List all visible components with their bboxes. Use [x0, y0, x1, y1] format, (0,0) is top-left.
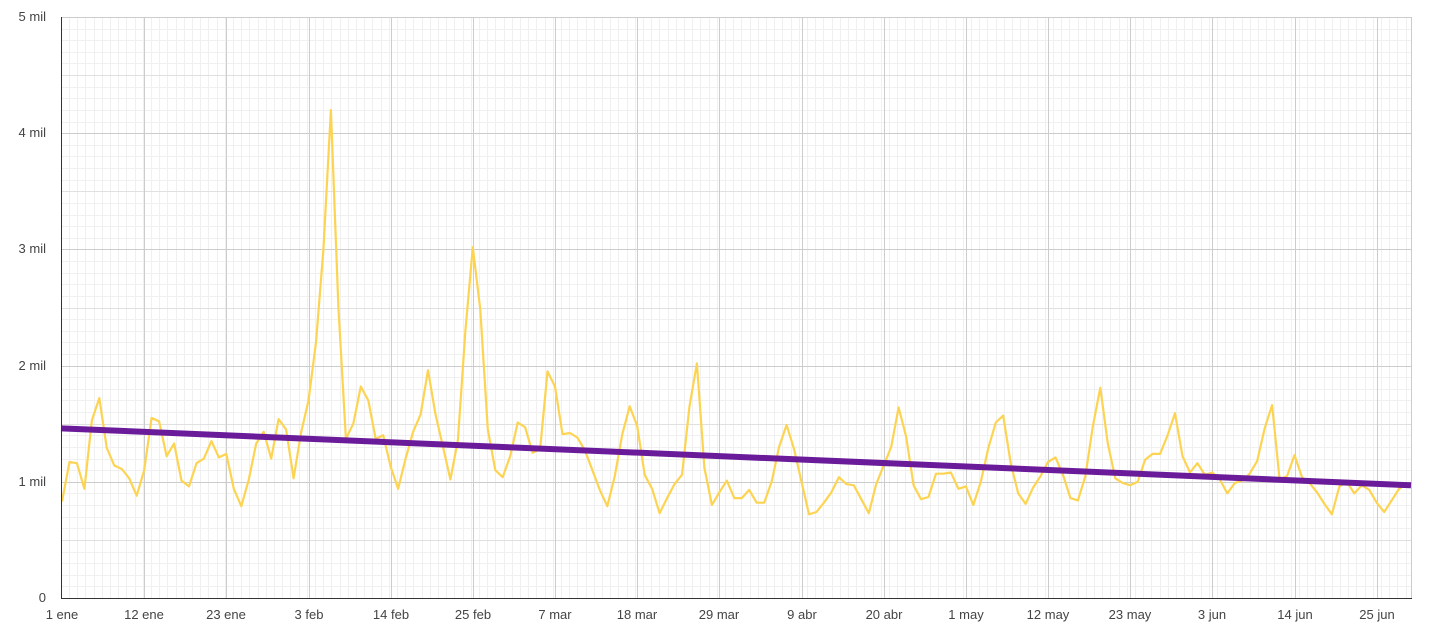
y-tick-label: 1 mil	[19, 474, 47, 489]
y-tick-label: 3 mil	[19, 241, 47, 256]
x-tick-label: 12 ene	[124, 607, 164, 622]
major-gridlines	[61, 17, 1412, 599]
y-axis-tick-labels: 0 1 mil 2 mil 3 mil 4 mil 5 mil	[19, 9, 47, 605]
x-tick-label: 18 mar	[617, 607, 658, 622]
x-tick-label: 29 mar	[699, 607, 740, 622]
y-tick-label: 4 mil	[19, 125, 47, 140]
x-tick-label: 25 feb	[455, 607, 491, 622]
x-tick-label: 23 ene	[206, 607, 246, 622]
x-tick-label: 1 ene	[46, 607, 79, 622]
y-tick-label: 5 mil	[19, 9, 47, 24]
line-chart: 0 1 mil 2 mil 3 mil 4 mil 5 mil 1 ene 12 ene 23…	[19, 9, 1412, 622]
x-tick-label: 14 jun	[1277, 607, 1312, 622]
series-layer	[60, 108, 1412, 516]
x-tick-label: 9 abr	[787, 607, 817, 622]
trend-line	[60, 425, 1412, 489]
x-tick-label: 3 jun	[1198, 607, 1226, 622]
daily-values-line	[60, 108, 1408, 516]
x-tick-label: 25 jun	[1359, 607, 1394, 622]
y-tick-label: 0	[39, 590, 46, 605]
x-axis-tick-labels: 1 ene 12 ene 23 ene 3 feb 14 feb 25 feb 7 mar 1…	[46, 607, 1395, 622]
y-tick-label: 2 mil	[19, 358, 47, 373]
minor-gridlines	[61, 17, 1411, 599]
x-tick-label: 1 may	[948, 607, 984, 622]
x-tick-label: 7 mar	[538, 607, 572, 622]
x-tick-label: 12 may	[1027, 607, 1070, 622]
x-tick-label: 20 abr	[866, 607, 904, 622]
x-tick-label: 14 feb	[373, 607, 409, 622]
x-tick-label: 3 feb	[295, 607, 324, 622]
x-tick-label: 23 may	[1109, 607, 1152, 622]
